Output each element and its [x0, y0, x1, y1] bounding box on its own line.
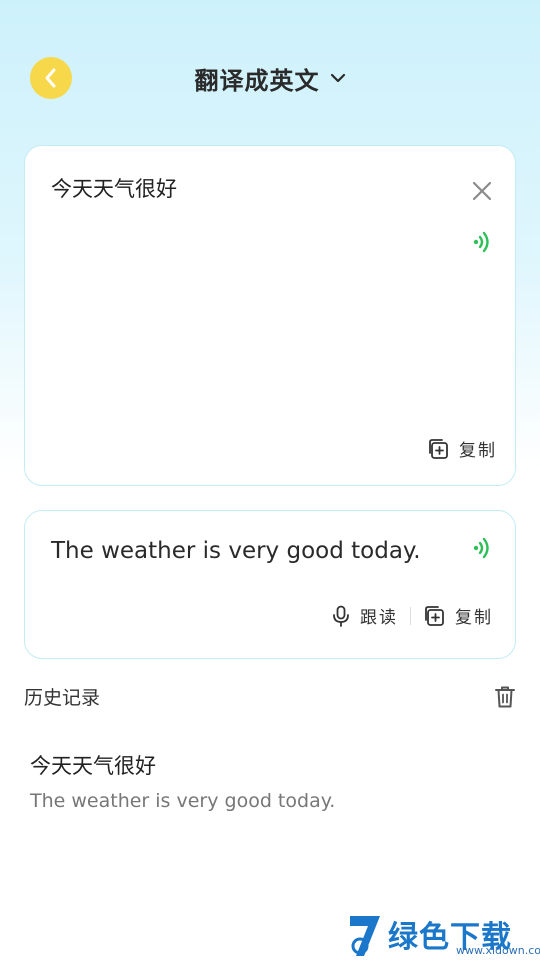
history-title: 历史记录: [24, 687, 101, 709]
translation-text: The weather is very good today.: [51, 538, 421, 564]
chevron-down-icon: [330, 72, 346, 84]
history-item[interactable]: 今天天气很好 The weather is very good today.: [30, 750, 335, 812]
copy-icon: [429, 438, 448, 459]
divider: [410, 606, 411, 625]
speaker-icon[interactable]: [471, 536, 493, 560]
language-selector[interactable]: 翻译成英文: [0, 60, 540, 96]
watermark: 绿色下载站 www.xldown.com: [346, 910, 540, 960]
close-icon[interactable]: [471, 180, 493, 202]
trash-icon[interactable]: [494, 685, 516, 709]
history-source-text: 今天天气很好: [30, 754, 156, 778]
watermark-logo-icon: [350, 916, 380, 956]
output-actions: 跟读 复制: [332, 603, 493, 628]
watermark-url: www.xldown.com: [456, 944, 540, 957]
history-translation-text: The weather is very good today.: [30, 790, 336, 812]
read-along-label: 跟读: [360, 608, 398, 628]
copy-label: 复制: [459, 441, 497, 461]
input-card: 今天天气很好 复制: [24, 145, 516, 486]
copy-icon: [425, 605, 444, 626]
read-along-button[interactable]: 跟读: [332, 603, 398, 628]
copy-label: 复制: [455, 608, 493, 628]
speaker-icon[interactable]: [471, 230, 493, 254]
microphone-icon: [333, 605, 349, 627]
output-card: The weather is very good today. 跟读 复制: [24, 510, 516, 659]
copy-translation-button[interactable]: 复制: [423, 603, 493, 628]
page-title: 翻译成英文: [194, 66, 320, 95]
copy-source-button[interactable]: 复制: [427, 436, 497, 461]
source-text-input[interactable]: 今天天气很好: [51, 173, 177, 203]
history-header: 历史记录: [24, 683, 516, 710]
